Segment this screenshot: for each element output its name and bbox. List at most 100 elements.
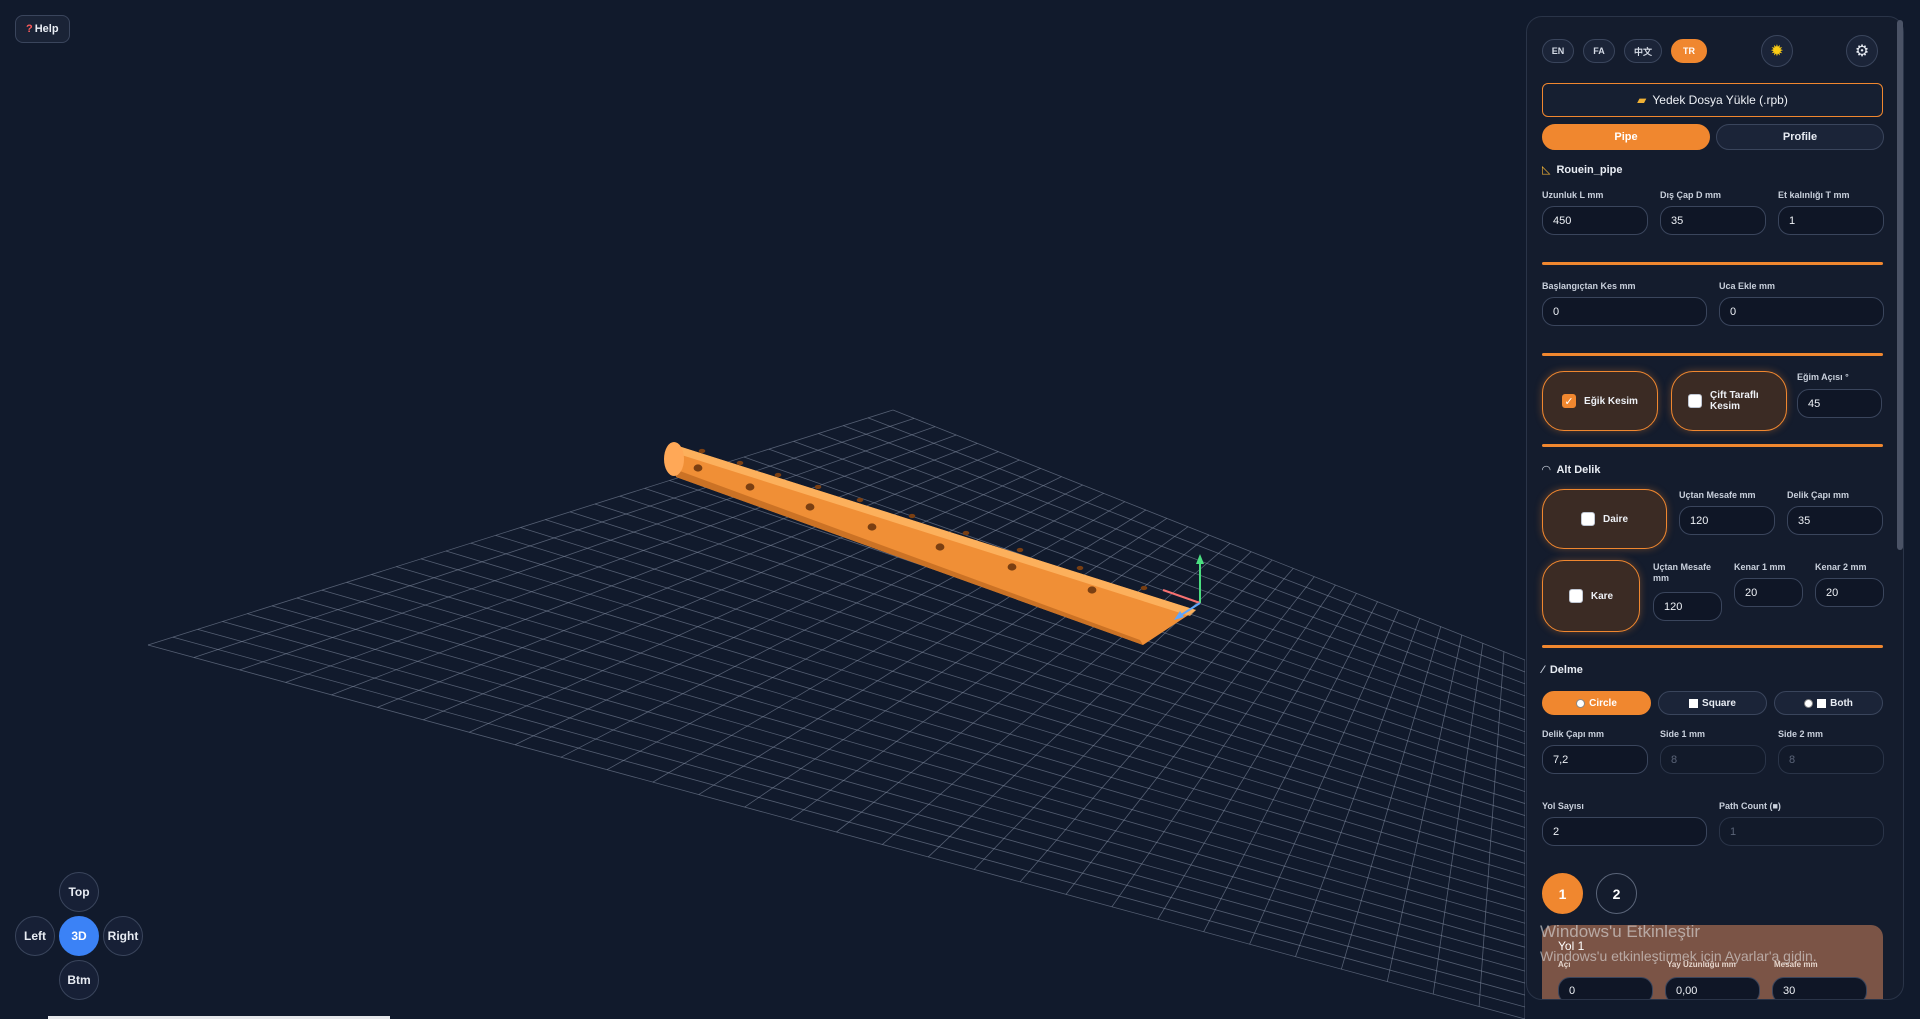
path-number-label: Yol Sayısı (1542, 801, 1584, 811)
circle-distance-input[interactable]: 120 (1679, 506, 1775, 535)
view-top-button[interactable]: Top (59, 872, 99, 912)
outer-diameter-input[interactable]: 35 (1660, 206, 1766, 235)
watermark-title: Windows'u Etkinleştir (1540, 922, 1701, 941)
bevel-angle-input[interactable]: 45 (1797, 389, 1882, 418)
view-bottom-button[interactable]: Btm (59, 960, 99, 1000)
drill-diameter-label: Delik Çapı mm (1542, 729, 1605, 739)
outer-diameter-label: Dış Çap D mm (1660, 190, 1722, 200)
add-end-input[interactable]: 0 (1719, 297, 1884, 326)
drill-hole (867, 523, 877, 531)
view-left-button[interactable]: Left (15, 916, 55, 956)
y-axis-arrow (1196, 554, 1204, 564)
mode-square-button[interactable]: Square (1658, 691, 1767, 715)
view-right-button[interactable]: Right (103, 916, 143, 956)
square-hole-toggle[interactable]: Kare (1542, 560, 1640, 632)
view-3d-button[interactable]: 3D (59, 916, 99, 956)
sun-icon: ✹ (1770, 43, 1784, 60)
lang-tr-button[interactable]: TR (1671, 39, 1707, 63)
mode-circle-button[interactable]: Circle (1542, 691, 1651, 715)
circle-hole-label: Daire (1602, 513, 1628, 525)
square-hole-label: Kare (1590, 590, 1614, 602)
pipe-shadow-edge (676, 470, 1143, 645)
tab-profile[interactable]: Profile (1716, 124, 1884, 150)
pipe-end-cap (664, 442, 684, 476)
square-hole-checkbox[interactable] (1568, 589, 1583, 603)
side1-input[interactable]: 20 (1734, 578, 1803, 607)
gear-icon: ⚙ (1854, 43, 1870, 60)
path-count-label: Path Count (■) (1719, 801, 1781, 811)
bevel-angle-label: Eğim Açısı ° (1797, 372, 1849, 382)
grid-line (371, 574, 1525, 912)
bevel-cut-toggle[interactable]: ✓ Eğik Kesim (1542, 371, 1658, 431)
circle-diameter-input[interactable]: 35 (1787, 506, 1883, 535)
bevel-checkbox[interactable]: ✓ (1562, 394, 1577, 408)
pencil-icon: ⁄ (1542, 664, 1544, 676)
double-bevel-checkbox[interactable] (1688, 394, 1702, 408)
length-input[interactable]: 450 (1542, 206, 1648, 235)
watermark-subtitle: Windows'u etkinleştirmek için Ayarlar'a … (1540, 948, 1817, 964)
grid-line (396, 566, 1525, 900)
pipe-section-title: ◺ Rouein_pipe (1542, 163, 1622, 177)
panel-scrollbar[interactable] (1897, 20, 1903, 550)
grid-line (1157, 593, 1357, 920)
grid-line (346, 581, 1525, 924)
path-number-input[interactable]: 2 (1542, 817, 1707, 846)
mode-square-label: Square (1702, 697, 1736, 709)
bottom-hole-title: Alt Delik (1556, 463, 1601, 476)
grid-line (172, 636, 1525, 1008)
bottom-hole-section-title: ◠ Alt Delik (1542, 463, 1601, 477)
drill-hole (745, 483, 755, 491)
lang-en-button[interactable]: EN (1542, 39, 1574, 63)
drill-hole (736, 460, 744, 466)
drilling-section-title: ⁄ Delme (1542, 664, 1583, 676)
load-backup-label: Yedek Dosya Yükle (.rpb) (1652, 93, 1788, 107)
square-distance-input[interactable]: 120 (1653, 592, 1722, 621)
drill-hole (1087, 586, 1097, 594)
drill-diameter-input[interactable]: 7,2 (1542, 745, 1648, 774)
section-divider (1542, 444, 1883, 447)
path-1-button[interactable]: 1 (1542, 873, 1583, 914)
settings-button[interactable]: ⚙ (1846, 35, 1878, 67)
drill-side2-input[interactable]: 8 (1778, 745, 1884, 774)
drill-hole (1007, 563, 1017, 571)
grid-line (296, 597, 1525, 948)
wall-thickness-label: Et kalınlığı T mm (1778, 190, 1850, 200)
settings-panel: EN FA 中文 TR ✹ ⚙ ▰ Yedek Dosya Yükle (.rp… (1526, 16, 1904, 1000)
double-bevel-label: Çift Taraflı Kesim (1710, 390, 1759, 412)
path-count-input[interactable]: 1 (1719, 817, 1884, 846)
load-backup-button[interactable]: ▰ Yedek Dosya Yükle (.rpb) (1542, 83, 1883, 117)
theme-toggle-button[interactable]: ✹ (1761, 35, 1793, 67)
drill-hole (1140, 585, 1148, 591)
mode-both-label: Both (1830, 697, 1853, 709)
path-2-button[interactable]: 2 (1596, 873, 1637, 914)
lang-zh-button[interactable]: 中文 (1624, 39, 1662, 63)
folder-icon: ▰ (1637, 93, 1647, 107)
pipe-highlight (672, 444, 1196, 616)
square-distance-label: Uçtan Mesafe mm (1653, 562, 1712, 583)
lang-fa-button[interactable]: FA (1583, 39, 1615, 63)
drill-side1-input[interactable]: 8 (1660, 745, 1766, 774)
grid-line (147, 644, 1525, 1019)
drill-side1-label: Side 1 mm (1660, 729, 1706, 739)
side2-input[interactable]: 20 (1815, 578, 1884, 607)
tab-pipe[interactable]: Pipe (1542, 124, 1710, 150)
help-button[interactable]: ? Help (15, 15, 70, 43)
trim-start-input[interactable]: 0 (1542, 297, 1707, 326)
section-divider (1542, 645, 1883, 648)
drill-holes (693, 448, 1148, 594)
path-angle-input[interactable]: 0 (1558, 977, 1653, 999)
circle-hole-checkbox[interactable] (1580, 512, 1595, 526)
wall-thickness-input[interactable]: 1 (1778, 206, 1884, 235)
scene-canvas[interactable] (0, 0, 1525, 1019)
double-bevel-toggle[interactable]: Çift Taraflı Kesim (1671, 371, 1787, 431)
3d-viewport[interactable] (0, 0, 1525, 1019)
circle-hole-toggle[interactable]: Daire (1542, 489, 1667, 549)
mode-both-button[interactable]: Both (1774, 691, 1883, 715)
drill-hole (962, 530, 970, 536)
spacing-input[interactable]: 30 (1772, 977, 1867, 999)
grid-line (1249, 609, 1399, 945)
arc-length-input[interactable]: 0,00 (1665, 977, 1760, 999)
question-icon: ? (26, 23, 33, 35)
drill-side2-label: Side 2 mm (1778, 729, 1824, 739)
side2-label: Kenar 2 mm (1815, 562, 1867, 572)
